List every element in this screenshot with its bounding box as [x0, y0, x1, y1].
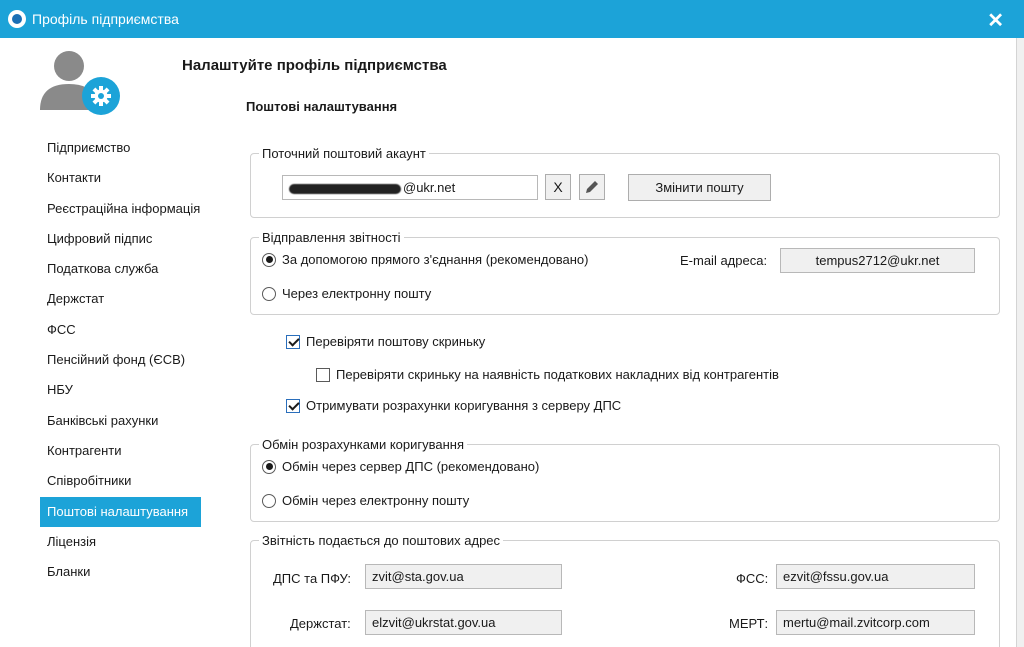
checkbox-box	[286, 334, 300, 349]
sidebar-item-10[interactable]: Банківські рахунки	[40, 406, 210, 436]
checkbox-box	[316, 367, 330, 382]
sidebar-item-12[interactable]: Співробітники	[40, 466, 210, 496]
sidebar-item-7[interactable]: ФСС	[40, 315, 210, 345]
mert-email-field[interactable]: mertu@mail.zvitcorp.com	[776, 610, 975, 635]
fss-label: ФСС:	[736, 571, 769, 586]
fss-email-value: ezvit@fssu.gov.ua	[783, 569, 889, 584]
mert-email-value: mertu@mail.zvitcorp.com	[783, 615, 930, 630]
sidebar-item-11[interactable]: Контрагенти	[40, 436, 210, 466]
redacted-text	[289, 183, 401, 194]
addresses-legend: Звітність подається до поштових адрес	[259, 533, 504, 548]
fss-email-field[interactable]: ezvit@fssu.gov.ua	[776, 564, 975, 589]
derzhstat-label: Держстат:	[290, 616, 351, 631]
profile-settings-icon	[40, 51, 120, 115]
check-invoices-checkbox[interactable]: Перевіряти скриньку на наявність податко…	[316, 367, 779, 382]
sending-email-value: tempus2712@ukr.net	[815, 253, 940, 268]
exchange-server-radio[interactable]: Обмін через сервер ДПС (рекомендовано)	[262, 459, 539, 474]
exchange-email-label: Обмін через електронну пошту	[282, 493, 470, 508]
radio-dot	[262, 252, 276, 267]
derzhstat-email-value: elzvit@ukrstat.gov.ua	[372, 615, 496, 630]
sidebar-item-3[interactable]: Реєстраційна інформація	[40, 194, 210, 224]
dps-email-value: zvit@sta.gov.ua	[372, 569, 464, 584]
check-mailbox-label: Перевіряти поштову скриньку	[306, 334, 486, 349]
edit-email-button[interactable]	[579, 174, 605, 200]
sidebar-item-13[interactable]: Поштові налаштування	[40, 496, 201, 527]
sidebar-item-15[interactable]: Бланки	[40, 557, 210, 587]
send-direct-label: За допомогою прямого з'єднання (рекоменд…	[282, 252, 589, 267]
receive-corrections-label: Отримувати розрахунки коригування з серв…	[306, 398, 622, 413]
sending-legend: Відправлення звітності	[259, 230, 404, 245]
send-email-label: Через електронну пошту	[282, 286, 432, 301]
sidebar-item-1[interactable]: Підприємство	[40, 133, 210, 163]
exchange-server-label: Обмін через сервер ДПС (рекомендовано)	[282, 459, 540, 474]
check-invoices-label: Перевіряти скриньку на наявність податко…	[336, 367, 779, 382]
clear-email-button[interactable]: X	[545, 174, 571, 200]
sidebar-item-5[interactable]: Податкова служба	[40, 254, 210, 284]
sidebar-item-2[interactable]: Контакти	[40, 163, 210, 193]
close-button[interactable]: ✕	[987, 8, 1004, 33]
exchange-group: Обмін розрахунками коригування	[250, 437, 1000, 522]
radio-dot	[262, 286, 276, 301]
dps-label: ДПС та ПФУ:	[273, 571, 352, 586]
sidebar-item-6[interactable]: Держстат	[40, 284, 210, 314]
sidebar-item-9[interactable]: НБУ	[40, 375, 210, 405]
current-email-field[interactable]: @ukr.net	[282, 175, 538, 200]
receive-corrections-checkbox[interactable]: Отримувати розрахунки коригування з серв…	[286, 398, 621, 413]
sidebar-nav: Підприємство Контакти Реєстраційна інформа…	[40, 133, 210, 587]
dps-email-field[interactable]: zvit@sta.gov.ua	[365, 564, 562, 589]
send-direct-radio[interactable]: За допомогою прямого з'єднання (рекоменд…	[262, 252, 588, 267]
window-right-frame	[1016, 38, 1024, 647]
checkbox-box	[286, 398, 300, 413]
radio-dot	[262, 459, 276, 474]
sidebar-item-4[interactable]: Цифровий підпис	[40, 224, 210, 254]
send-email-radio[interactable]: Через електронну пошту	[262, 286, 431, 301]
app-logo-icon	[8, 10, 26, 28]
page-heading: Налаштуйте профіль підприємства	[182, 57, 447, 74]
sidebar-item-14[interactable]: Ліцензія	[40, 527, 210, 557]
mert-label: МЕРТ:	[729, 616, 769, 631]
derzhstat-email-field[interactable]: elzvit@ukrstat.gov.ua	[365, 610, 562, 635]
current-email-suffix: @ukr.net	[403, 180, 456, 195]
sidebar-item-8[interactable]: Пенсійний фонд (ЄСВ)	[40, 345, 210, 375]
title-bar: Профіль підприємства ✕	[0, 0, 1024, 38]
exchange-legend: Обмін розрахунками коригування	[259, 437, 468, 452]
current-account-legend: Поточний поштовий акаунт	[259, 146, 429, 161]
change-email-button[interactable]: Змінити пошту	[628, 174, 771, 201]
radio-dot	[262, 493, 276, 508]
exchange-email-radio[interactable]: Обмін через електронну пошту	[262, 493, 469, 508]
section-heading: Поштові налаштування	[246, 99, 398, 114]
window-title: Профіль підприємства	[32, 11, 179, 27]
check-mailbox-checkbox[interactable]: Перевіряти поштову скриньку	[286, 334, 485, 349]
sending-email-label: E-mail адреса:	[680, 253, 768, 268]
pencil-icon	[586, 181, 598, 193]
clear-icon: X	[553, 179, 563, 195]
sending-email-field[interactable]: tempus2712@ukr.net	[780, 248, 975, 273]
